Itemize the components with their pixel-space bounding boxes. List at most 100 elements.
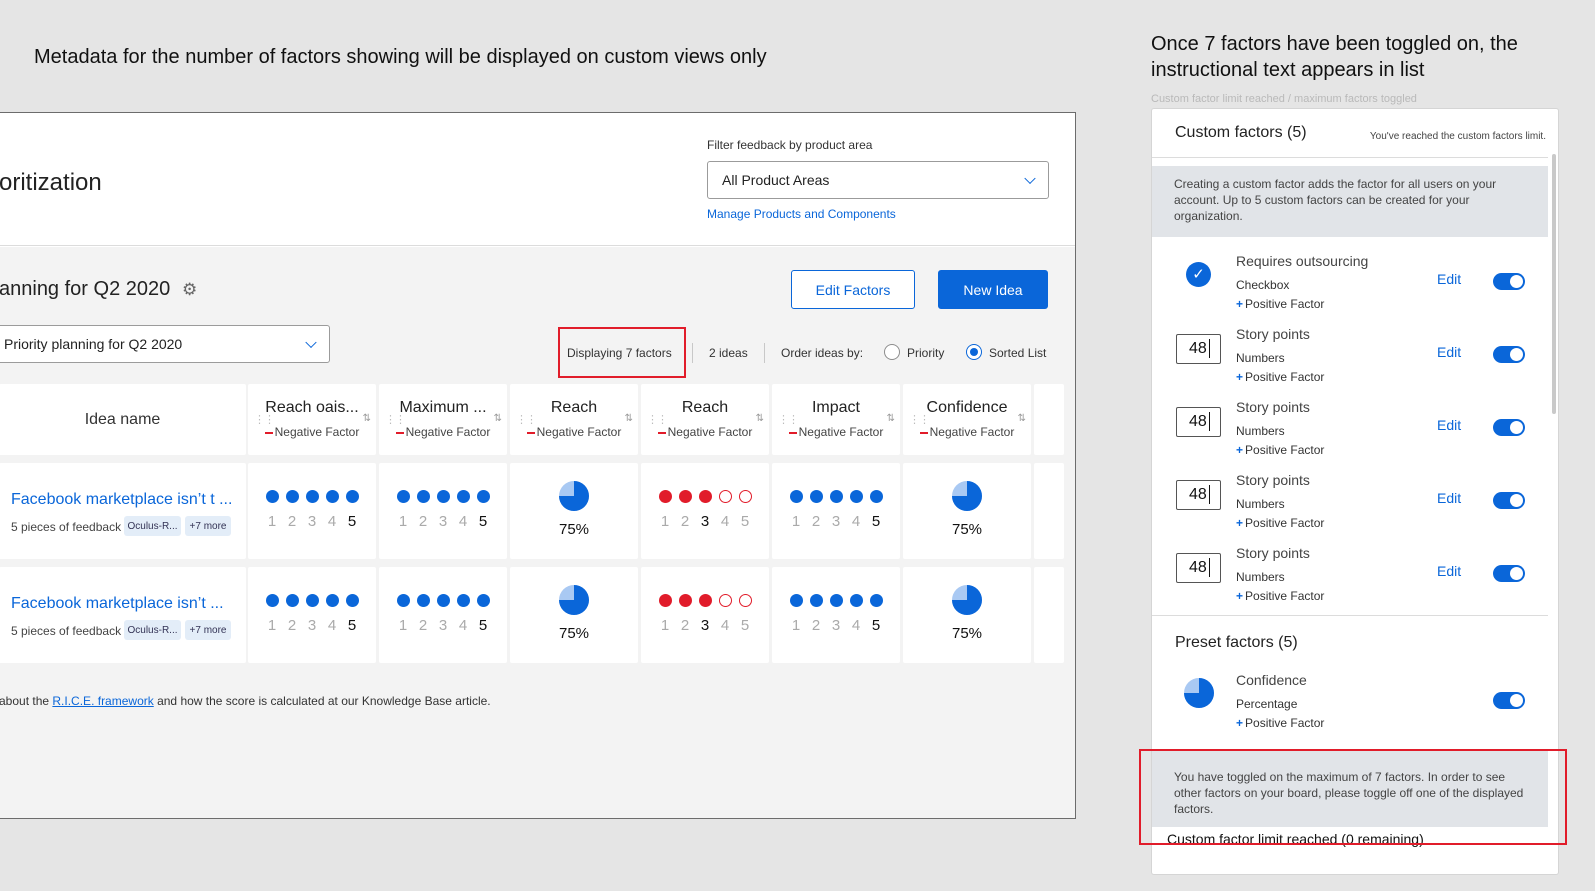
rating-number[interactable]: 2 bbox=[286, 513, 299, 530]
rating-dot[interactable] bbox=[658, 490, 672, 503]
rating-number[interactable]: 3 bbox=[306, 617, 319, 634]
rating-number[interactable]: 2 bbox=[810, 513, 823, 530]
factor-header[interactable]: ⋮⋮ Reach Negative Factor ⇅ bbox=[641, 384, 769, 455]
rating-dot[interactable] bbox=[265, 490, 279, 503]
rating-dot[interactable] bbox=[436, 490, 450, 503]
rating-number[interactable]: 2 bbox=[417, 513, 430, 530]
rating-dot[interactable] bbox=[738, 594, 752, 607]
rating-number[interactable]: 5 bbox=[477, 513, 490, 530]
edit-factors-button[interactable]: Edit Factors bbox=[791, 270, 915, 309]
rating-dot[interactable] bbox=[829, 490, 843, 503]
idea-link[interactable]: Facebook marketplace isn’t ... bbox=[11, 595, 224, 613]
rating-dot[interactable] bbox=[738, 490, 752, 503]
edit-factor-link[interactable]: Edit bbox=[1437, 563, 1461, 579]
rating-dot[interactable] bbox=[305, 490, 319, 503]
panel-scrollbar[interactable] bbox=[1552, 154, 1556, 414]
product-tag[interactable]: Oculus-R... bbox=[124, 620, 181, 640]
factor-header[interactable]: ⋮⋮ Reach Negative Factor ⇅ bbox=[510, 384, 638, 455]
rating-number[interactable]: 3 bbox=[830, 617, 843, 634]
rating-dot[interactable] bbox=[718, 594, 732, 607]
rating-number[interactable]: 5 bbox=[739, 513, 752, 530]
rating-dot[interactable] bbox=[456, 594, 470, 607]
rating-dot[interactable] bbox=[829, 594, 843, 607]
rating-dot[interactable] bbox=[698, 490, 712, 503]
rating-number[interactable]: 1 bbox=[659, 617, 672, 634]
rating-number[interactable]: 2 bbox=[286, 617, 299, 634]
edit-factor-link[interactable]: Edit bbox=[1437, 344, 1461, 360]
rating-number[interactable]: 1 bbox=[397, 617, 410, 634]
rating-number[interactable]: 5 bbox=[346, 617, 359, 634]
manage-products-link[interactable]: Manage Products and Components bbox=[707, 207, 896, 221]
sort-icon[interactable]: ⇅ bbox=[887, 413, 895, 424]
rating-number[interactable]: 4 bbox=[850, 617, 863, 634]
sort-icon[interactable]: ⇅ bbox=[494, 413, 502, 424]
rating-number[interactable]: 3 bbox=[699, 513, 712, 530]
sort-icon[interactable]: ⇅ bbox=[625, 413, 633, 424]
preset-factor-toggle[interactable] bbox=[1493, 692, 1525, 709]
product-tag[interactable]: Oculus-R... bbox=[124, 516, 181, 536]
plan-select[interactable]: Priority planning for Q2 2020 bbox=[0, 325, 330, 363]
factor-header[interactable]: ⋮⋮ Reach oais... Negative Factor ⇅ bbox=[248, 384, 376, 455]
rating-dot[interactable] bbox=[285, 490, 299, 503]
rating-dot[interactable] bbox=[698, 594, 712, 607]
rating-number[interactable]: 5 bbox=[346, 513, 359, 530]
rating-number[interactable]: 5 bbox=[870, 513, 883, 530]
gear-icon[interactable]: ⚙ bbox=[182, 280, 197, 300]
rating-number[interactable]: 3 bbox=[437, 617, 450, 634]
sort-icon[interactable]: ⇅ bbox=[1018, 413, 1026, 424]
rating-number[interactable]: 3 bbox=[830, 513, 843, 530]
rice-framework-link[interactable]: R.I.C.E. framework bbox=[52, 694, 153, 708]
rating-number[interactable]: 3 bbox=[306, 513, 319, 530]
rating-dot[interactable] bbox=[345, 490, 359, 503]
rating-number[interactable]: 1 bbox=[790, 513, 803, 530]
rating-dot[interactable] bbox=[476, 490, 490, 503]
rating-number[interactable]: 5 bbox=[739, 617, 752, 634]
rating-number[interactable]: 2 bbox=[679, 617, 692, 634]
rating-dot[interactable] bbox=[849, 594, 863, 607]
factor-header[interactable]: ⋮⋮ Impact Negative Factor ⇅ bbox=[772, 384, 900, 455]
priority-radio[interactable] bbox=[884, 344, 900, 360]
factor-toggle[interactable] bbox=[1493, 492, 1525, 509]
rating-dot[interactable] bbox=[789, 490, 803, 503]
priority-radio-label[interactable]: Priority bbox=[907, 346, 944, 360]
rating-number[interactable]: 2 bbox=[679, 513, 692, 530]
rating-number[interactable]: 1 bbox=[397, 513, 410, 530]
factor-header[interactable]: ⋮⋮ Confidence Negative Factor ⇅ bbox=[903, 384, 1031, 455]
rating-dot[interactable] bbox=[869, 490, 883, 503]
rating-number[interactable]: 4 bbox=[326, 617, 339, 634]
rating-dot[interactable] bbox=[678, 594, 692, 607]
rating-number[interactable]: 3 bbox=[699, 617, 712, 634]
rating-number[interactable]: 4 bbox=[850, 513, 863, 530]
rating-number[interactable]: 4 bbox=[326, 513, 339, 530]
factor-toggle[interactable] bbox=[1493, 273, 1525, 290]
rating-number[interactable]: 3 bbox=[437, 513, 450, 530]
rating-dot[interactable] bbox=[456, 490, 470, 503]
factor-header[interactable]: ⋮⋮ Maximum ... Negative Factor ⇅ bbox=[379, 384, 507, 455]
rating-dot[interactable] bbox=[718, 490, 732, 503]
sorted-list-radio[interactable] bbox=[966, 344, 982, 360]
rating-dot[interactable] bbox=[325, 594, 339, 607]
rating-number[interactable]: 2 bbox=[810, 617, 823, 634]
rating-number[interactable]: 1 bbox=[659, 513, 672, 530]
rating-number[interactable]: 4 bbox=[457, 617, 470, 634]
rating-dot[interactable] bbox=[396, 594, 410, 607]
rating-number[interactable]: 4 bbox=[719, 513, 732, 530]
rating-dot[interactable] bbox=[436, 594, 450, 607]
rating-dot[interactable] bbox=[658, 594, 672, 607]
rating-dot[interactable] bbox=[265, 594, 279, 607]
sorted-list-radio-label[interactable]: Sorted List bbox=[989, 346, 1046, 360]
factor-toggle[interactable] bbox=[1493, 565, 1525, 582]
edit-factor-link[interactable]: Edit bbox=[1437, 490, 1461, 506]
rating-dot[interactable] bbox=[325, 490, 339, 503]
rating-dot[interactable] bbox=[285, 594, 299, 607]
rating-dot[interactable] bbox=[396, 490, 410, 503]
rating-number[interactable]: 5 bbox=[870, 617, 883, 634]
factor-toggle[interactable] bbox=[1493, 346, 1525, 363]
rating-dot[interactable] bbox=[345, 594, 359, 607]
more-tags[interactable]: +7 more bbox=[185, 620, 231, 640]
rating-dot[interactable] bbox=[678, 490, 692, 503]
more-tags[interactable]: +7 more bbox=[185, 516, 231, 536]
rating-number[interactable]: 1 bbox=[266, 617, 279, 634]
rating-dot[interactable] bbox=[869, 594, 883, 607]
product-area-select[interactable]: All Product Areas bbox=[707, 161, 1049, 199]
